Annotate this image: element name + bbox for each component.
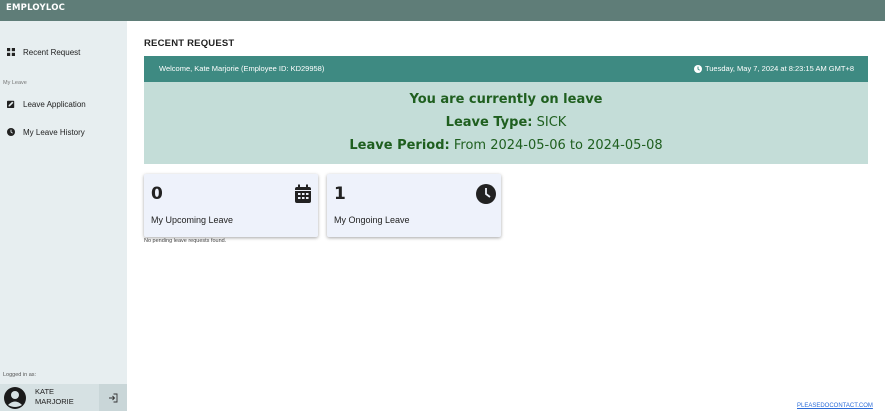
user-name: KATE MARJORIE — [35, 387, 74, 406]
upcoming-leave-card[interactable]: 0 My Upcoming Leave — [144, 174, 318, 237]
upcoming-leave-count: 0 — [151, 184, 163, 204]
clock-icon — [7, 128, 15, 136]
leave-period: Leave Period: From 2024-05-06 to 2024-05… — [144, 138, 868, 153]
sidebar-item-recent-request[interactable]: Recent Request — [0, 41, 127, 63]
datetime-text: Tuesday, May 7, 2024 at 8:23:15 AM GMT+8 — [704, 64, 854, 73]
ongoing-leave-caption: My Ongoing Leave — [334, 215, 410, 225]
ongoing-leave-count: 1 — [334, 184, 346, 204]
welcome-bar: Welcome, Kate Marjorie (Employee ID: KD2… — [144, 56, 868, 82]
leave-type-value: SICK — [536, 115, 567, 130]
leave-type-label: Leave Type: — [445, 115, 533, 130]
sidebar: Recent Request My Leave Leave Applicatio… — [0, 21, 127, 411]
user-profile: KATE MARJORIE — [0, 384, 127, 411]
sidebar-item-my-leave-history[interactable]: My Leave History — [0, 121, 127, 143]
upcoming-leave-caption: My Upcoming Leave — [151, 215, 234, 225]
logged-in-label: Logged in as: — [3, 372, 37, 378]
calendar-icon — [295, 184, 311, 203]
sidebar-item-label: Leave Application — [23, 99, 86, 109]
footer-link[interactable]: PLEASEDOCONTACT.COM — [797, 403, 873, 409]
page-title: RECENT REQUEST — [144, 38, 235, 49]
leave-period-value: From 2024-05-06 to 2024-05-08 — [453, 138, 663, 153]
clock-icon — [693, 64, 702, 73]
no-pending-message: No pending leave requests found. — [144, 238, 227, 244]
leave-period-label: Leave Period: — [349, 138, 450, 153]
sidebar-item-label: My Leave History — [23, 127, 85, 137]
welcome-text: Welcome, Kate Marjorie (Employee ID: KD2… — [159, 64, 325, 73]
brand-logo[interactable]: EMPLOYLOC — [6, 3, 65, 13]
edit-square-icon — [7, 100, 15, 108]
logout-button[interactable] — [99, 384, 127, 411]
datetime-display: Tuesday, May 7, 2024 at 8:23:15 AM GMT+8 — [693, 64, 854, 73]
ongoing-leave-card[interactable]: 1 My Ongoing Leave — [327, 174, 501, 237]
sidebar-item-label: Recent Request — [23, 47, 81, 57]
clock-icon — [476, 184, 496, 204]
avatar-icon[interactable] — [4, 387, 26, 409]
sidebar-item-leave-application[interactable]: Leave Application — [0, 93, 127, 115]
leave-headline: You are currently on leave — [409, 92, 603, 107]
dashboard-icon — [7, 48, 15, 56]
leave-status-panel: You are currently on leave Leave Type: S… — [144, 82, 868, 164]
leave-type: Leave Type: SICK — [144, 115, 868, 130]
logout-icon — [109, 393, 118, 402]
top-bar: EMPLOYLOC — [0, 0, 885, 21]
sidebar-section-label: My Leave — [3, 80, 27, 86]
